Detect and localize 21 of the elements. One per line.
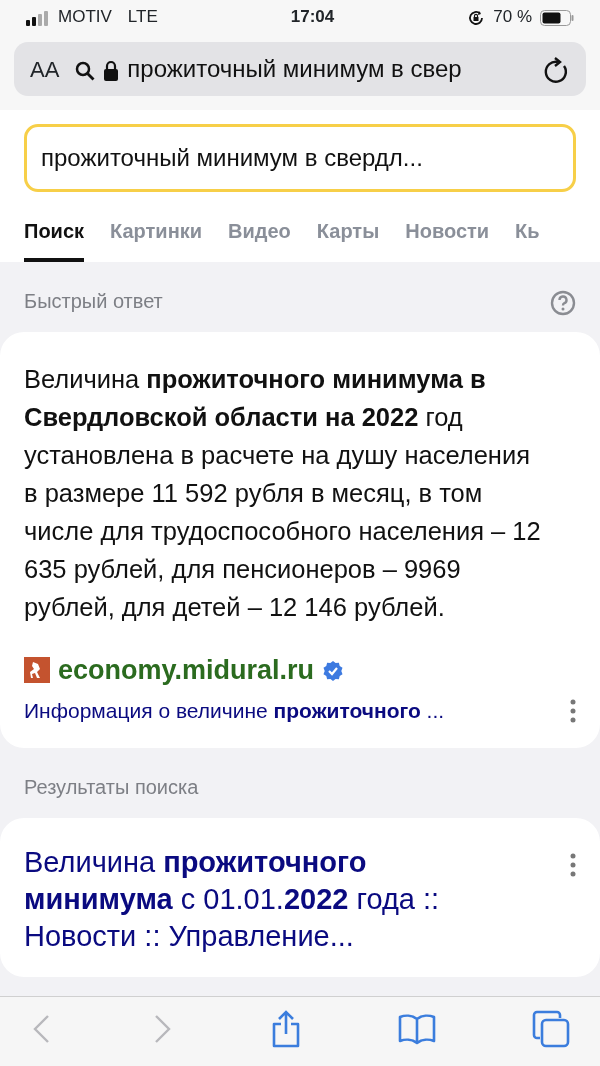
text-size-button[interactable]: AA bbox=[30, 52, 60, 86]
tabs-icon[interactable] bbox=[532, 1009, 570, 1048]
answer-text: Величина прожиточного минимума в Свердловской области на 2022 год установлена в расчете на душу населения в размере 11 592 рубля в месяц, в том числе для трудоспособного населения – 12 635 рублей, для пенсионеров – 9969 рублей, для детей – 12 146 рублей. bbox=[24, 364, 542, 623]
share-icon[interactable] bbox=[270, 1009, 302, 1048]
result-title[interactable]: Величина прожиточного минимума с 01.01.2022 года :: Новости :: Управление... bbox=[24, 844, 519, 955]
url-text: прожиточный минимум в свер bbox=[127, 54, 463, 84]
section-heading: Результаты поиска bbox=[24, 776, 199, 798]
more-icon[interactable] bbox=[570, 852, 576, 877]
network-type: LTE bbox=[127, 6, 158, 29]
source-domain[interactable]: economy.midural.ru bbox=[58, 650, 315, 691]
carrier-name: MOTIV bbox=[58, 6, 112, 29]
clock: 17:04 bbox=[290, 6, 335, 29]
search-tab[interactable]: Поиск bbox=[24, 206, 85, 262]
battery-percent: 70 % bbox=[493, 6, 532, 29]
bookmarks-icon[interactable] bbox=[398, 1012, 436, 1045]
more-icon[interactable] bbox=[570, 697, 576, 723]
search-field[interactable]: прожиточный минимум в свердл... bbox=[24, 124, 576, 192]
section-heading: Быстрый ответ bbox=[24, 289, 163, 314]
address-bar[interactable]: AA прожиточный минимум в свер bbox=[14, 42, 586, 96]
site-logo-icon bbox=[24, 657, 50, 684]
answer-link[interactable]: Информация о величине прожиточного ... bbox=[24, 694, 445, 726]
